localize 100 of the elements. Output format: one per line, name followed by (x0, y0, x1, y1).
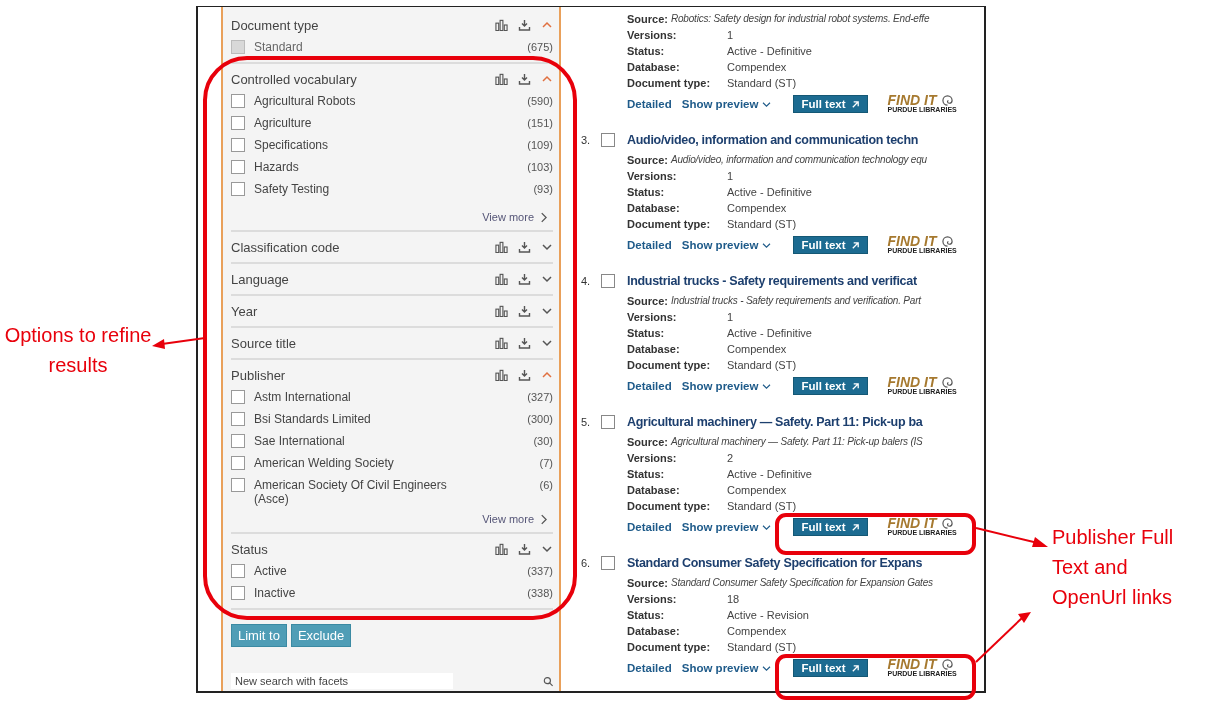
facet-option[interactable]: Astm International (254, 390, 454, 404)
download-icon[interactable] (518, 19, 531, 31)
find-it-logo-text[interactable]: FIND IT (887, 94, 941, 106)
find-it-logo-text[interactable]: FIND IT (887, 517, 941, 529)
show-preview-link[interactable]: Show preview (681, 521, 759, 533)
checkbox[interactable] (231, 160, 245, 174)
full-text-button[interactable]: Full text (793, 518, 868, 536)
chevron-down-icon[interactable] (541, 241, 553, 253)
bar-chart-icon[interactable] (495, 273, 508, 285)
field-value: Compendex (727, 201, 787, 216)
facet-title[interactable]: Document type (231, 17, 485, 33)
search-field[interactable]: New search with facets (231, 673, 453, 689)
chevron-right-icon[interactable] (540, 513, 547, 525)
checkbox[interactable] (231, 412, 245, 426)
bar-chart-icon[interactable] (495, 543, 508, 555)
facet-option[interactable]: Agriculture (254, 116, 454, 130)
show-preview-link[interactable]: Show preview (681, 662, 759, 674)
full-text-button[interactable]: Full text (793, 659, 868, 677)
field-label: Status: (627, 326, 666, 341)
download-icon[interactable] (518, 273, 531, 285)
search-icon[interactable] (542, 675, 553, 687)
facet-title[interactable]: Year (231, 303, 485, 319)
download-icon[interactable] (518, 241, 531, 253)
facet-title[interactable]: Controlled vocabulary (231, 71, 485, 87)
field-label: Document type: (627, 217, 712, 232)
facet-title[interactable]: Language (231, 271, 485, 287)
full-text-button[interactable]: Full text (793, 236, 868, 254)
chevron-down-icon[interactable] (762, 241, 772, 249)
facet-title[interactable]: Classification code (231, 239, 485, 255)
facet-title[interactable]: Publisher (231, 367, 485, 383)
facet-option[interactable]: Specifications (254, 138, 454, 152)
chevron-right-icon[interactable] (540, 211, 547, 223)
download-icon[interactable] (518, 369, 531, 381)
facet-count: (338) (527, 586, 553, 600)
checkbox[interactable] (231, 564, 245, 578)
facet-option[interactable]: American Society Of Civil Engineers (Asce) (254, 478, 454, 506)
chevron-down-icon[interactable] (541, 337, 553, 349)
bar-chart-icon[interactable] (495, 305, 508, 317)
checkbox[interactable] (601, 415, 615, 429)
checkbox[interactable] (231, 116, 245, 130)
bar-chart-icon[interactable] (495, 369, 508, 381)
show-preview-link[interactable]: Show preview (681, 380, 759, 392)
facet-option[interactable]: Agricultural Robots (254, 94, 454, 108)
checkbox[interactable] (231, 94, 245, 108)
chevron-down-icon[interactable] (762, 664, 772, 672)
chevron-down-icon[interactable] (541, 543, 553, 555)
detailed-link[interactable]: Detailed (627, 662, 672, 674)
chevron-down-icon[interactable] (762, 100, 772, 108)
bar-chart-icon[interactable] (495, 19, 508, 31)
full-text-button[interactable]: Full text (793, 377, 868, 395)
facet-option[interactable]: American Welding Society (254, 456, 454, 470)
result-title[interactable]: Standard Consumer Safety Specification for Expans (627, 556, 923, 570)
facet-option[interactable]: Bsi Standards Limited (254, 412, 454, 426)
detailed-link[interactable]: Detailed (627, 521, 672, 533)
result-title[interactable]: Agricultural machinery — Safety. Part 11: Pick-up ba (627, 415, 923, 429)
field-label: Source: (627, 576, 668, 591)
checkbox[interactable] (231, 456, 245, 470)
checkbox[interactable] (601, 133, 615, 147)
find-it-logo-text[interactable]: FIND IT (887, 658, 941, 670)
find-it-logo-text[interactable]: FIND IT (887, 376, 941, 388)
full-text-button[interactable]: Full text (793, 95, 868, 113)
facet-option[interactable]: Inactive (254, 586, 454, 600)
view-more-link[interactable]: View more (482, 211, 534, 223)
detailed-link[interactable]: Detailed (627, 380, 672, 392)
result-title[interactable]: Industrial trucks - Safety requirements and verificat (627, 274, 917, 288)
find-it-logo-text[interactable]: FIND IT (887, 235, 941, 247)
chevron-down-icon[interactable] (762, 523, 772, 531)
facet-count: (7) (539, 456, 553, 470)
checkbox[interactable] (231, 434, 245, 448)
facet-option[interactable]: Sae International (254, 434, 454, 448)
facet-option[interactable]: Hazards (254, 160, 454, 174)
chevron-down-icon[interactable] (762, 382, 772, 390)
facet-option[interactable]: Active (254, 564, 454, 578)
chevron-down-icon[interactable] (541, 305, 553, 317)
checkbox[interactable] (231, 586, 245, 600)
checkbox[interactable] (601, 274, 615, 288)
checkbox[interactable] (231, 138, 245, 152)
facet-option[interactable]: Safety Testing (254, 182, 454, 196)
checkbox[interactable] (231, 390, 245, 404)
bar-chart-icon[interactable] (495, 241, 508, 253)
facet-title[interactable]: Source title (231, 335, 485, 351)
download-icon[interactable] (518, 337, 531, 349)
checkbox[interactable] (231, 182, 245, 196)
show-preview-link[interactable]: Show preview (681, 98, 759, 110)
facet-count: (337) (527, 564, 553, 578)
show-preview-link[interactable]: Show preview (681, 239, 759, 251)
bar-chart-icon[interactable] (495, 337, 508, 349)
detailed-link[interactable]: Detailed (627, 98, 672, 110)
result-title[interactable]: Audio/video, information and communication techn (627, 133, 919, 147)
checkbox[interactable] (601, 556, 615, 570)
download-icon[interactable] (518, 543, 531, 555)
download-icon[interactable] (518, 73, 531, 85)
detailed-link[interactable]: Detailed (627, 239, 672, 251)
bar-chart-icon[interactable] (495, 73, 508, 85)
chevron-down-icon[interactable] (541, 273, 553, 285)
facet-title[interactable]: Status (231, 541, 485, 557)
field-label: Status: (627, 608, 666, 623)
view-more-link[interactable]: View more (482, 513, 534, 525)
checkbox[interactable] (231, 478, 245, 492)
download-icon[interactable] (518, 305, 531, 317)
